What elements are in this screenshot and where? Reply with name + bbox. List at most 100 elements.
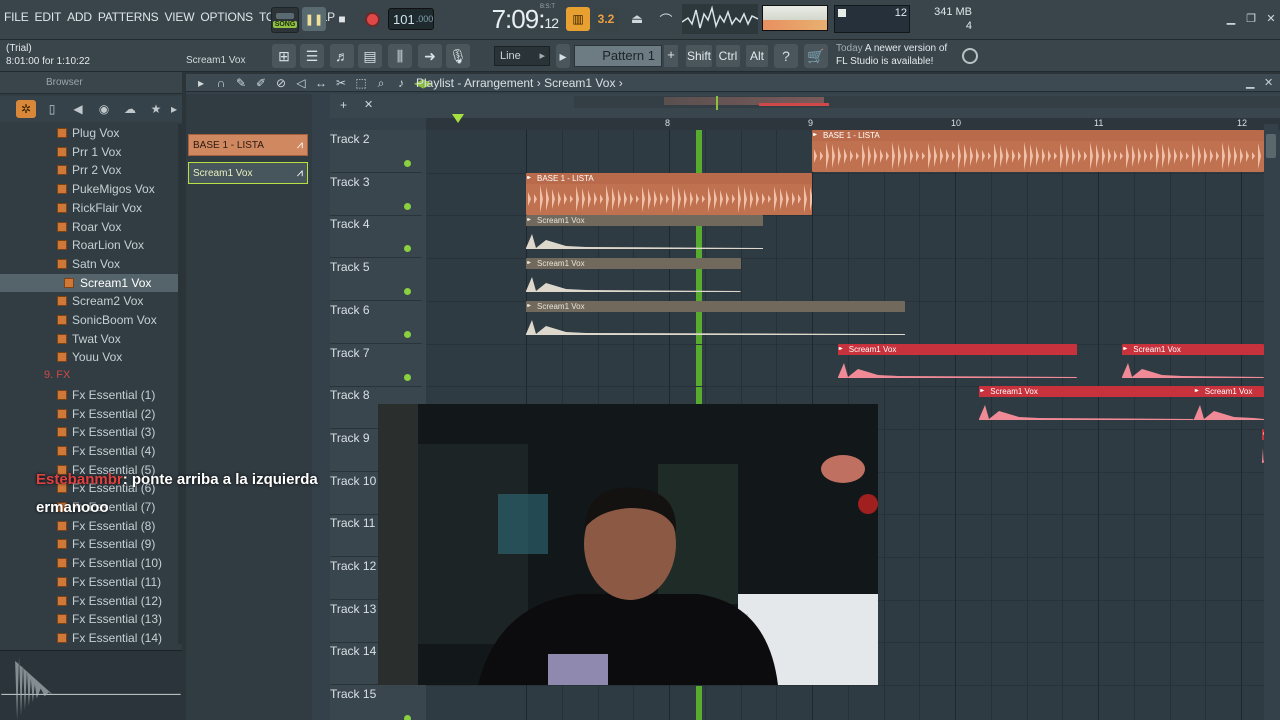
browser-item[interactable]: Prr 1 Vox [0,143,178,161]
browser-item[interactable]: Scream2 Vox [0,292,178,310]
scroll-thumb[interactable] [1266,134,1276,158]
menu-options[interactable]: OPTIONS [200,10,253,24]
playlist-button[interactable]: ⊞ [272,44,296,68]
browser-item[interactable]: Fx Essential (12) [0,592,178,610]
snap-mode-select[interactable]: Line [494,46,550,66]
browser-item[interactable]: Fx Essential (1) [0,386,178,404]
track-mute-led[interactable] [404,288,411,296]
browser-favorites-button[interactable]: ★ [146,100,166,118]
playlist-clip[interactable]: Scream1 Vox [1193,386,1264,428]
track-header[interactable]: Track 15 [330,685,422,720]
alt-key-button[interactable]: Alt [746,45,768,67]
slip-icon[interactable]: ↔ [314,76,328,91]
browser-folder[interactable]: 9. FX [0,367,178,385]
track-mute-led[interactable] [404,202,411,210]
picker-item-scream[interactable]: Scream1 Vox ⩘ [188,162,308,184]
track-header[interactable]: Track 7 [330,344,422,387]
browser-item[interactable]: Fx Essential (2) [0,405,178,423]
magnet-icon[interactable]: ∩ [214,76,228,91]
shop-button[interactable]: 🛒 [804,44,828,68]
browser-item[interactable]: RickFlair Vox [0,199,178,217]
metronome-button[interactable]: ⌒ [654,7,678,31]
playlist-clip[interactable]: BASE 1 - LISTA [526,172,812,215]
browser-menu-button[interactable]: ▸ [164,100,184,118]
track-mute-led[interactable] [404,330,411,338]
browser-item[interactable]: Scream1 Vox [0,273,178,292]
maximize-icon[interactable]: ❐ [1242,10,1260,26]
shift-key-button[interactable]: Shift [686,45,712,67]
tempo-display[interactable]: 101.000 [388,8,434,30]
timeline-ruler[interactable]: 8910111213 [426,118,1280,130]
step-edit-button[interactable]: 3.2 [594,7,618,31]
playlist-clip[interactable]: BASE 1 - LISTA [812,130,1264,172]
track-header[interactable]: Track 5 [330,258,422,302]
track-header[interactable]: Track 2 [330,130,422,173]
playlist-scrollbar[interactable] [1264,124,1278,720]
mixer-button[interactable]: ⫼ [388,44,412,68]
menu-view[interactable]: VIEW [164,10,194,24]
track-mute-led[interactable] [404,245,411,253]
record-audio-button[interactable]: 🎙 [446,44,470,68]
playlist-clip[interactable]: Scream1 Vox [837,343,1077,386]
stop-button[interactable]: ■ [330,7,354,31]
browser-item[interactable]: Plug Vox [0,124,178,142]
select-icon[interactable]: ⬚ [354,76,368,91]
track-header[interactable]: Track 6 [330,301,422,344]
browser-item[interactable]: PukeMigos Vox [0,180,178,198]
delete-icon[interactable]: ⊘ [274,76,288,91]
browser-item[interactable]: Roar Vox [0,218,178,236]
minimize-icon[interactable]: ▁ [1222,10,1240,26]
browser-scrollbar[interactable] [178,124,182,644]
track-header[interactable]: Track 3 [330,173,422,216]
brush-icon[interactable]: ✐ [254,76,268,91]
browser-item[interactable]: Fx Essential (11) [0,573,178,591]
browser-item[interactable]: Fx Essential (14) [0,629,178,647]
news-panel[interactable]: Today A newer version of FL Studio is av… [836,42,947,68]
browser-item[interactable]: Satn Vox [0,255,178,273]
pattern-prev-button[interactable]: ▸ [556,44,570,68]
browser-item[interactable]: Youu Vox [0,348,178,366]
menu-patterns[interactable]: PATTERNS [98,10,159,24]
slice-icon[interactable]: ✂ [334,76,348,91]
track-header[interactable]: Track 4 [330,215,422,259]
help-button[interactable]: ? [774,44,798,68]
playlist-clip[interactable]: Scream1 Vox [979,386,1194,428]
add-pattern-button[interactable]: + [664,45,678,67]
pause-button[interactable]: ❚❚ [302,7,326,31]
playlist-clip[interactable]: Scream1 Vox [526,258,741,300]
wait-input-button[interactable]: ⏏ [625,7,649,31]
menu-add[interactable]: ADD [67,10,92,24]
browser-item[interactable]: Prr 2 Vox [0,161,178,179]
browser-item[interactable]: Fx Essential (9) [0,535,178,553]
browser-item[interactable]: Fx Essential (3) [0,423,178,441]
browser-all-button[interactable]: ✲ [16,100,36,118]
playlist-clip[interactable]: Scream1 Vox [526,215,764,257]
playlist-clip[interactable]: Scream1 Vox [1122,343,1264,386]
browser-item[interactable]: Fx Essential (10) [0,554,178,572]
menu-edit[interactable]: EDIT [35,10,62,24]
browser-item[interactable]: Fx Essential (4) [0,442,178,460]
picker-item-base[interactable]: BASE 1 - LISTA ⩘ [188,134,308,156]
globe-icon[interactable] [962,48,978,64]
snap-toggle-icon[interactable]: ✕ [364,98,373,111]
playhead-marker[interactable] [452,114,464,123]
browser-item[interactable]: Fx Essential (13) [0,610,178,628]
mute-icon[interactable]: ◁ [294,76,308,91]
playlist-clip[interactable]: Scream1 Vox [526,300,905,343]
piano-roll-button[interactable]: ♬ [330,44,354,68]
plugin-picker-button[interactable]: ➜ [418,44,442,68]
pattern-selector[interactable]: Pattern 1 [574,45,662,67]
zoom-icon[interactable]: ⌕ [374,76,388,91]
speaker-icon[interactable]: ♪ [394,76,408,91]
browser-item[interactable]: Twat Vox [0,330,178,348]
add-track-icon[interactable]: + [340,98,347,112]
browser-item[interactable]: RoarLion Vox [0,236,178,254]
arrow-right-icon[interactable]: ▸ [194,76,208,91]
browser-cloud-button[interactable]: ☁ [120,100,140,118]
song-mode-toggle[interactable]: SONG [271,7,299,33]
minimize-icon[interactable]: ▁ [1246,76,1254,89]
typing-keyboard-button[interactable]: ▥ [566,7,590,31]
close-icon[interactable]: ✕ [1262,10,1280,26]
browser-files-button[interactable]: ▯ [42,100,62,118]
track-mute-led[interactable] [404,160,411,167]
